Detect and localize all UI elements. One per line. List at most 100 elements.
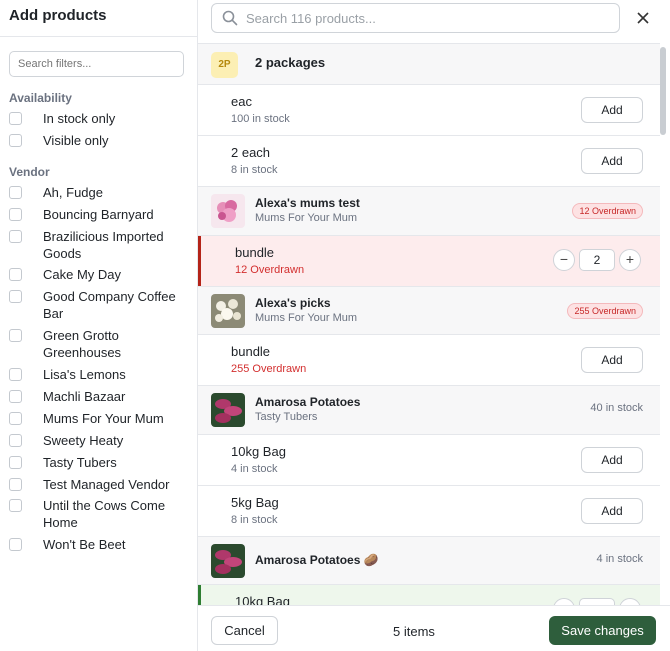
variant-name: bundle [231, 344, 271, 359]
product-row: Alexa's picks Mums For Your Mum 255 Over… [198, 287, 660, 335]
filter-label: In stock only [43, 111, 116, 126]
vendor-label: Mums For Your Mum [43, 411, 164, 426]
product-stock: 4 in stock [596, 553, 643, 565]
product-name: Alexa's mums test [255, 196, 360, 210]
add-button[interactable]: Add [581, 148, 643, 174]
vendor-label: Good Company Coffee Bar [43, 289, 176, 321]
variant-stock: 4 in stock [231, 463, 278, 475]
product-search-input[interactable]: Search 116 products... [211, 3, 620, 33]
add-button[interactable]: Add [581, 498, 643, 524]
product-stock: 40 in stock [590, 402, 643, 414]
product-name-text: Amarosa Potatoes [255, 553, 361, 567]
cancel-button[interactable]: Cancel [211, 616, 278, 645]
checkbox[interactable] [9, 368, 22, 381]
product-list: 2P 2 packages eac 100 in stock Add 2 eac… [198, 43, 660, 605]
variant-row-selected: bundle 12 Overdrawn − 2 + [198, 236, 660, 287]
vendor-label: Lisa's Lemons [43, 367, 126, 382]
scrollbar[interactable] [658, 44, 667, 604]
close-icon[interactable] [633, 8, 653, 28]
variant-overdrawn: 255 Overdrawn [231, 363, 307, 375]
vendor-label: Ah, Fudge [43, 185, 103, 200]
variant-row: 2 each 8 in stock Add [198, 136, 660, 187]
checkbox[interactable] [9, 208, 22, 221]
search-placeholder: Search 116 products... [246, 11, 376, 26]
vendor-label: Machli Bazaar [43, 389, 126, 404]
overdrawn-badge: 12 Overdrawn [572, 203, 643, 219]
vendor-label: Bouncing Barnyard [43, 207, 154, 222]
checkbox[interactable] [9, 290, 22, 303]
add-button[interactable]: Add [581, 447, 643, 473]
product-panel: Search 116 products... 2P 2 packages eac… [198, 0, 670, 651]
add-button[interactable]: Add [581, 347, 643, 373]
panel-title: Add products [9, 7, 107, 24]
checkbox[interactable] [9, 230, 22, 243]
checkbox[interactable] [9, 112, 22, 125]
availability-heading: Availability [9, 91, 72, 105]
overdrawn-badge: 255 Overdrawn [567, 303, 643, 319]
product-row: Amarosa Potatoes 🥔 4 in stock [198, 537, 660, 585]
checkbox[interactable] [9, 329, 22, 342]
checkbox[interactable] [9, 478, 22, 491]
checkbox[interactable] [9, 499, 22, 512]
checkbox[interactable] [9, 268, 22, 281]
variant-stock: 8 in stock [231, 514, 278, 526]
checkbox[interactable] [9, 134, 22, 147]
quantity-stepper [553, 598, 643, 605]
checkbox[interactable] [9, 390, 22, 403]
vendor-label: Until the Cows Come Home [43, 498, 166, 530]
filter-label: Visible only [43, 133, 109, 148]
variant-row: eac 100 in stock Add [198, 85, 660, 136]
minus-icon[interactable] [553, 598, 575, 605]
variant-overdrawn: 12 Overdrawn [235, 264, 305, 276]
divider [0, 36, 198, 37]
variant-name: 2 each [231, 145, 271, 160]
plus-icon[interactable] [619, 598, 641, 605]
vendor-label: Won't Be Beet [43, 537, 126, 552]
vendor-label: Brazilicious Imported Goods [43, 229, 164, 261]
add-button[interactable]: Add [581, 97, 643, 123]
checkbox[interactable] [9, 456, 22, 469]
selected-count: 5 items [393, 624, 435, 639]
quantity-input[interactable]: 2 [579, 249, 615, 271]
product-name: Alexa's picks [255, 296, 331, 310]
selected-accent [198, 585, 201, 605]
checkbox[interactable] [9, 434, 22, 447]
product-row: Amarosa Potatoes Tasty Tubers 40 in stoc… [198, 386, 660, 435]
product-vendor: Mums For Your Mum [255, 312, 358, 324]
vendor-label: Cake My Day [43, 267, 122, 282]
vendor-label: Test Managed Vendor [43, 477, 170, 492]
potato-icon: 🥔 [363, 553, 379, 567]
variant-row: 10kg Bag 4 in stock Add [198, 435, 660, 486]
scrollbar-thumb[interactable] [660, 47, 666, 135]
group-title: 2 packages [255, 55, 326, 70]
product-thumbnail [211, 194, 245, 228]
checkbox[interactable] [9, 186, 22, 199]
package-group-row: 2P 2 packages [198, 44, 660, 85]
search-icon [222, 10, 238, 29]
plus-icon[interactable]: + [619, 249, 641, 271]
vendor-heading: Vendor [9, 165, 50, 179]
filter-search-input[interactable] [9, 51, 184, 77]
product-thumbnail [211, 393, 245, 427]
quantity-stepper: − 2 + [553, 249, 643, 273]
product-vendor: Tasty Tubers [255, 411, 318, 423]
variant-name: 10kg Bag [231, 444, 286, 459]
product-vendor: Mums For Your Mum [255, 212, 358, 224]
vendor-label: Green Grotto Greenhouses [43, 328, 122, 360]
variant-row: bundle 255 Overdrawn Add [198, 335, 660, 386]
variant-name: eac [231, 94, 252, 109]
footer: Cancel 5 items Save changes [198, 605, 670, 651]
vendor-label: Sweety Heaty [43, 433, 124, 448]
product-thumbnail [211, 544, 245, 578]
selected-accent [198, 236, 201, 286]
quantity-input[interactable] [579, 598, 615, 605]
vendor-label: Tasty Tubers [43, 455, 117, 470]
minus-icon[interactable]: − [553, 249, 575, 271]
save-button[interactable]: Save changes [549, 616, 656, 645]
variant-stock: 100 in stock [231, 113, 290, 125]
checkbox[interactable] [9, 412, 22, 425]
product-name: Amarosa Potatoes 🥔 [255, 553, 379, 567]
variant-name: bundle [235, 245, 275, 260]
checkbox[interactable] [9, 538, 22, 551]
filter-panel: Add products Availability In stock only … [0, 0, 198, 651]
